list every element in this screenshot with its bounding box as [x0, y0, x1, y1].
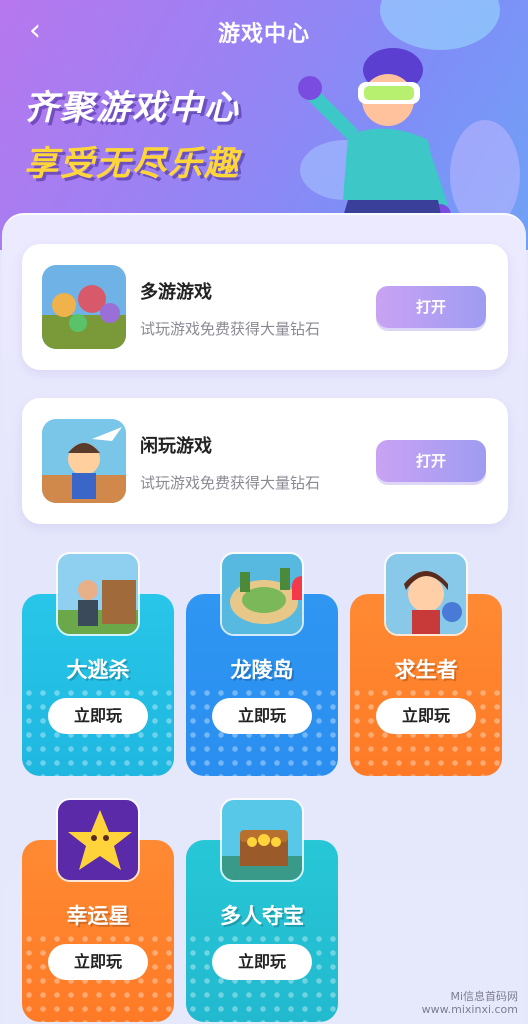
game-tile-longlingdao[interactable]: 热门 龙陵岛 立即玩: [186, 552, 338, 776]
watermark-line1: Mi信息首码网: [450, 990, 518, 1003]
game-tile-dataosha[interactable]: 大逃杀 立即玩: [22, 552, 174, 776]
duoyou-game-thumbnail: [42, 265, 126, 349]
game-tile-qiushengzhe[interactable]: 求生者 立即玩: [350, 552, 502, 776]
xingyunxing-game-icon: [56, 798, 140, 882]
game-tile-duorenduobao[interactable]: 多人夺宝 立即玩: [186, 798, 338, 1022]
card-title: 闲玩游戏: [140, 436, 212, 457]
card-title: 多游游戏: [140, 282, 212, 303]
game-name: 龙陵岛: [230, 658, 294, 682]
watermark: Mi信息首码网 www.mixinxi.com: [422, 990, 518, 1016]
duorenduobao-game-icon: [220, 798, 304, 882]
card-description: 试玩游戏免费获得大量钻石: [140, 474, 321, 492]
slogan-line1: 齐聚游戏中心: [24, 88, 240, 128]
game-name: 大逃杀: [66, 658, 130, 682]
play-now-button[interactable]: 立即玩: [376, 698, 476, 734]
game-card-xianwan: 闲玩游戏 试玩游戏免费获得大量钻石 打开: [22, 398, 508, 524]
game-card-duoyou: 多游游戏 试玩游戏免费获得大量钻石 打开: [22, 244, 508, 370]
longlingdao-game-icon: 热门: [220, 552, 304, 636]
hot-badge: 热门: [292, 576, 302, 600]
game-name: 幸运星: [66, 904, 130, 928]
play-now-button[interactable]: 立即玩: [48, 698, 148, 734]
dataosha-game-icon: [56, 552, 140, 636]
game-name: 求生者: [394, 658, 458, 682]
qiushengzhe-game-icon: [384, 552, 468, 636]
game-tile-xingyunxing[interactable]: 幸运星 立即玩: [22, 798, 174, 1022]
play-now-button[interactable]: 立即玩: [212, 944, 312, 980]
slogan-line2: 享受无尽乐趣: [24, 144, 240, 184]
play-now-button[interactable]: 立即玩: [212, 698, 312, 734]
game-name: 多人夺宝: [220, 904, 304, 928]
watermark-line2: www.mixinxi.com: [421, 1003, 518, 1016]
play-now-button[interactable]: 立即玩: [48, 944, 148, 980]
card-description: 试玩游戏免费获得大量钻石: [140, 320, 321, 338]
open-button[interactable]: 打开: [376, 440, 486, 482]
xianwan-game-thumbnail: [42, 419, 126, 503]
open-button[interactable]: 打开: [376, 286, 486, 328]
